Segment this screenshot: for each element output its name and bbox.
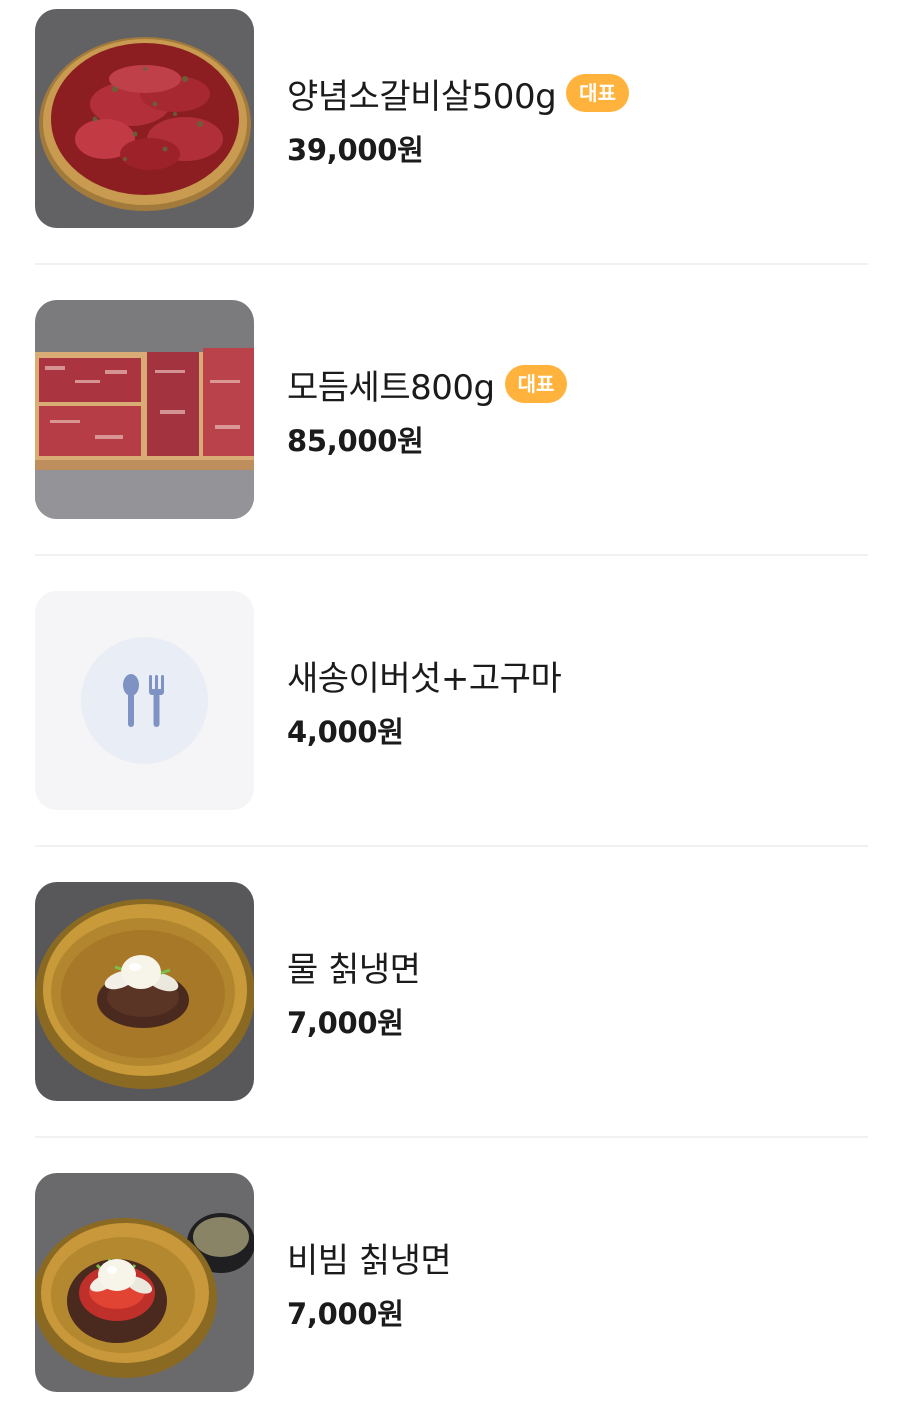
menu-item-name-row: 양념소갈비살500g 대표 — [287, 67, 847, 119]
menu-item-name-row: 비빔 칡냉면 — [287, 1231, 847, 1283]
menu-list: 양념소갈비살500g 대표 39,000원 모듬세트800g 대표 85,000… — [0, 0, 900, 1415]
menu-item-photo[interactable] — [35, 1173, 254, 1392]
placeholder-circle — [81, 637, 208, 764]
menu-item-name: 물 칡냉면 — [287, 949, 421, 990]
signature-badge: 대표 — [566, 74, 629, 112]
menu-item-name: 모듬세트800g — [287, 367, 495, 408]
menu-item-photo[interactable] — [35, 882, 254, 1101]
utensils-icon — [123, 674, 164, 727]
menu-item-name: 비빔 칡냉면 — [287, 1240, 452, 1281]
menu-item[interactable]: 물 칡냉면 7,000원 — [35, 882, 868, 1101]
menu-item-price: 85,000원 — [287, 424, 424, 458]
divider — [35, 263, 868, 265]
menu-item-price: 7,000원 — [287, 1297, 404, 1331]
menu-item-name: 양념소갈비살500g — [287, 76, 557, 117]
menu-item[interactable]: 양념소갈비살500g 대표 39,000원 — [35, 9, 868, 228]
divider — [35, 554, 868, 556]
menu-item-info: 모듬세트800g 대표 85,000원 — [287, 358, 847, 460]
menu-item-photo-placeholder[interactable] — [35, 591, 254, 810]
menu-item-name-row: 새송이버섯+고구마 — [287, 649, 847, 701]
menu-item-name-row: 모듬세트800g 대표 — [287, 358, 847, 410]
menu-item-photo[interactable] — [35, 300, 254, 519]
menu-item-info: 새송이버섯+고구마 4,000원 — [287, 649, 847, 751]
menu-item-price: 39,000원 — [287, 133, 424, 167]
menu-item-price: 4,000원 — [287, 715, 404, 749]
divider — [35, 845, 868, 847]
menu-item[interactable]: 새송이버섯+고구마 4,000원 — [35, 591, 868, 810]
menu-item-info: 물 칡냉면 7,000원 — [287, 940, 847, 1042]
menu-item[interactable]: 비빔 칡냉면 7,000원 — [35, 1173, 868, 1392]
menu-item-info: 비빔 칡냉면 7,000원 — [287, 1231, 847, 1333]
menu-item-name-row: 물 칡냉면 — [287, 940, 847, 992]
menu-item[interactable]: 모듬세트800g 대표 85,000원 — [35, 300, 868, 519]
divider — [35, 1136, 868, 1138]
signature-badge: 대표 — [504, 365, 568, 403]
menu-item-price: 7,000원 — [287, 1006, 404, 1040]
menu-item-photo[interactable] — [35, 9, 254, 228]
menu-item-info: 양념소갈비살500g 대표 39,000원 — [287, 67, 847, 169]
menu-item-name: 새송이버섯+고구마 — [287, 658, 562, 699]
